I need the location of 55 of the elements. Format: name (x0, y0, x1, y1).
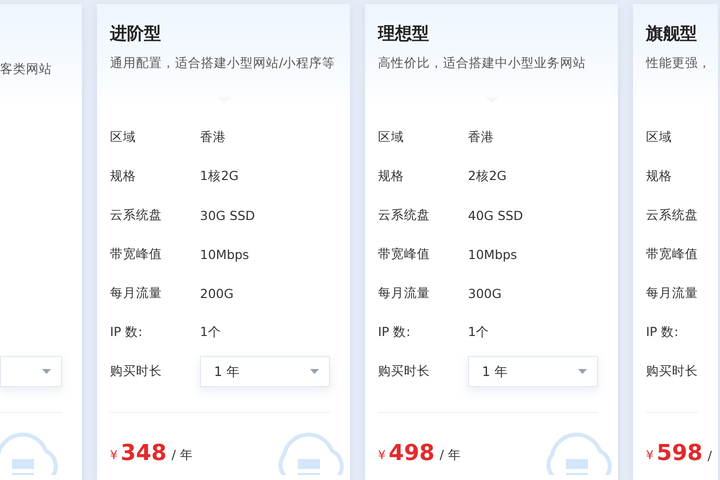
spec-value: 200G (200, 286, 234, 301)
plan-title: 进阶型 (110, 23, 162, 46)
price-unit: / 年 (172, 446, 193, 464)
spec-label: 区域 (110, 129, 137, 146)
spec-label: 每月流量 (646, 285, 699, 302)
spec-value: 1个 (200, 324, 221, 341)
price-unit: / 年 (440, 446, 461, 464)
spec-label: 规格 (646, 168, 673, 185)
spec-label: 带宽峰值 (110, 246, 163, 263)
spec-label: IP 数: (378, 324, 412, 341)
spec-value: 1个 (468, 324, 489, 341)
spec-value: 香港 (468, 129, 494, 146)
caret-icon (310, 369, 319, 374)
plan-description: 客类网站 (0, 61, 53, 78)
spec-label: 每月流量 (378, 285, 431, 302)
duration-label: 购买时长 (110, 363, 163, 380)
spec-value: 10Mbps (468, 247, 518, 262)
spec-value: 香港 (200, 129, 226, 146)
currency-symbol: ¥ (378, 448, 386, 462)
spec-label: IP 数: (110, 324, 144, 341)
plan-description: 通用配置，适合搭建小型网站/小程序等 (110, 55, 336, 72)
plan-description: 性能更强， (646, 55, 705, 72)
spec-value: 1核2G (200, 168, 239, 185)
spec-label: IP 数: (646, 324, 680, 341)
spec-label: 带宽峰值 (378, 246, 431, 263)
plan-description: 高性价比，适合搭建中小型业务网站 (378, 55, 587, 72)
spec-label: 云系统盘 (646, 207, 699, 224)
spec-value: 300G (468, 286, 502, 301)
spec-value: 30G SSD (200, 208, 256, 223)
spec-label: 云系统盘 (110, 207, 163, 224)
duration-label: 购买时长 (646, 363, 699, 380)
spec-value: 40G SSD (468, 208, 524, 223)
spec-label: 规格 (378, 168, 405, 185)
spec-label: 云系统盘 (378, 207, 431, 224)
plan-title: 理想型 (378, 23, 430, 46)
price-amount: 498 (388, 440, 435, 466)
spec-label: 带宽峰值 (646, 246, 699, 263)
spec-label: 规格 (110, 168, 137, 185)
duration-select[interactable]: 1 年 (468, 356, 598, 387)
spec-value: 2核2G (468, 168, 507, 185)
price-amount: 598 (656, 440, 703, 466)
duration-select[interactable]: 1 年 (200, 356, 330, 387)
caret-icon (578, 369, 587, 374)
price-amount: 348 (120, 440, 167, 466)
spec-label: 区域 (646, 129, 673, 146)
caret-icon (42, 369, 51, 374)
currency-symbol: ¥ (646, 448, 654, 462)
duration-label: 购买时长 (378, 363, 431, 380)
price-unit: / (708, 448, 712, 462)
spec-value: 10Mbps (200, 247, 250, 262)
spec-label: 每月流量 (110, 285, 163, 302)
spec-label: 区域 (378, 129, 405, 146)
plan-title: 旗舰型 (646, 23, 698, 46)
duration-select[interactable] (0, 356, 62, 387)
currency-symbol: ¥ (110, 448, 118, 462)
